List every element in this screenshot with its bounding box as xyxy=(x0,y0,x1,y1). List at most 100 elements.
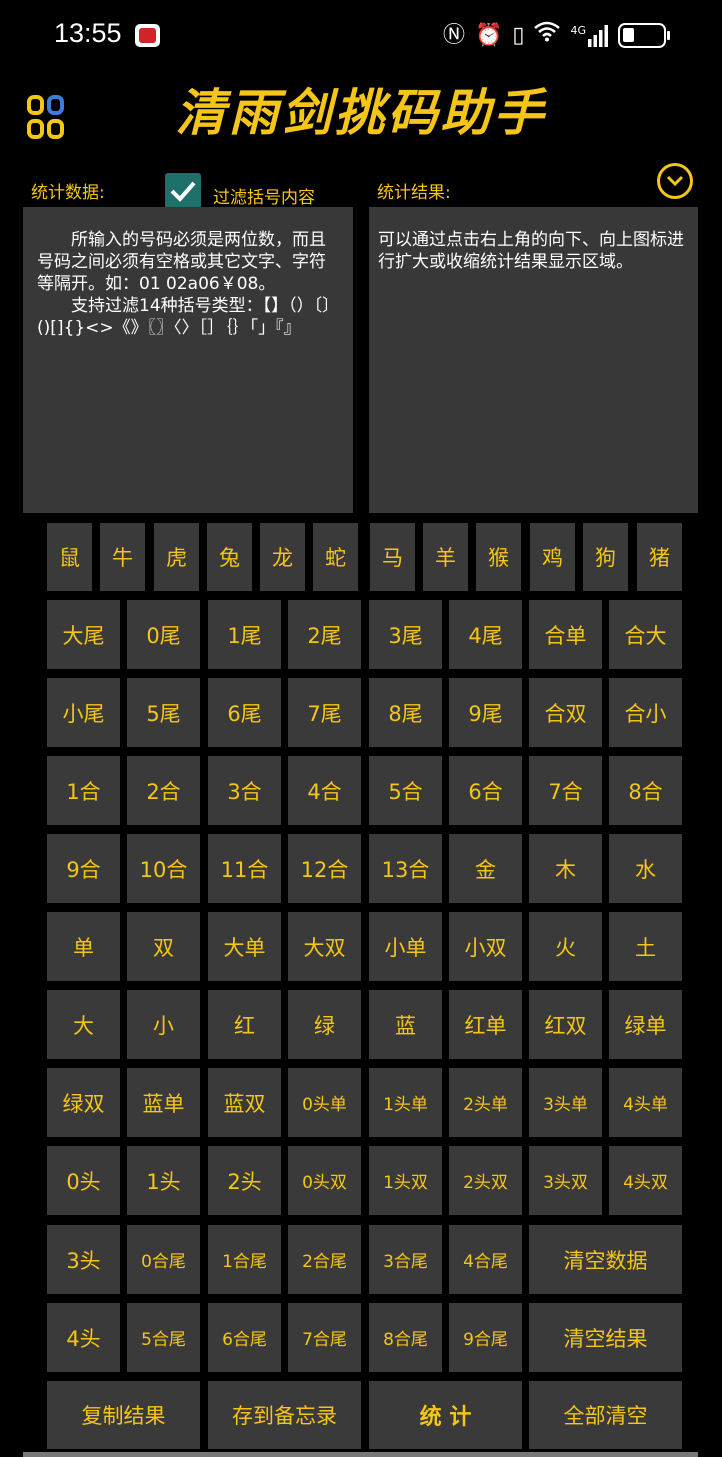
filter-button[interactable]: 2头 xyxy=(208,1146,281,1215)
zodiac-button[interactable]: 虎 xyxy=(154,523,199,591)
filter-button[interactable]: 0尾 xyxy=(127,600,200,669)
filter-button[interactable]: 3合尾 xyxy=(369,1225,442,1294)
filter-button[interactable]: 蓝双 xyxy=(208,1068,281,1137)
filter-button[interactable]: 4合尾 xyxy=(449,1225,522,1294)
filter-button[interactable]: 9合 xyxy=(47,834,120,903)
filter-button[interactable]: 5尾 xyxy=(127,678,200,747)
filter-button[interactable]: 土 xyxy=(609,912,682,981)
zodiac-button[interactable]: 猴 xyxy=(476,523,521,591)
filter-button[interactable]: 0合尾 xyxy=(127,1225,200,1294)
filter-button[interactable]: 合单 xyxy=(529,600,602,669)
filter-button[interactable]: 绿单 xyxy=(609,990,682,1059)
filter-button[interactable]: 8尾 xyxy=(369,678,442,747)
filter-button[interactable]: 4头双 xyxy=(609,1146,682,1215)
filter-button[interactable]: 3头 xyxy=(47,1225,120,1294)
filter-button[interactable]: 4头 xyxy=(47,1303,120,1372)
filter-button[interactable]: 火 xyxy=(529,912,602,981)
zodiac-button[interactable]: 兔 xyxy=(207,523,252,591)
filter-button[interactable]: 0头 xyxy=(47,1146,120,1215)
filter-button[interactable]: 1头双 xyxy=(369,1146,442,1215)
filter-button[interactable]: 水 xyxy=(609,834,682,903)
zodiac-button[interactable]: 蛇 xyxy=(313,523,358,591)
zodiac-button[interactable]: 羊 xyxy=(423,523,468,591)
filter-button[interactable]: 合大 xyxy=(609,600,682,669)
filter-button[interactable]: 1头 xyxy=(127,1146,200,1215)
filter-button[interactable]: 4合 xyxy=(288,756,361,825)
clear-all-button[interactable]: 全部清空 xyxy=(529,1381,682,1449)
filter-button[interactable]: 3尾 xyxy=(369,600,442,669)
filter-button[interactable]: 9合尾 xyxy=(449,1303,522,1372)
clear-data-button[interactable]: 清空数据 xyxy=(529,1225,682,1294)
filter-button[interactable]: 蓝 xyxy=(369,990,442,1059)
filter-button[interactable]: 6合尾 xyxy=(208,1303,281,1372)
statistics-button[interactable]: 统 计 xyxy=(369,1381,522,1449)
filter-button[interactable]: 9尾 xyxy=(449,678,522,747)
clear-result-button[interactable]: 清空结果 xyxy=(529,1303,682,1372)
filter-button[interactable]: 单 xyxy=(47,912,120,981)
filter-button[interactable]: 1合尾 xyxy=(208,1225,281,1294)
zodiac-button[interactable]: 鼠 xyxy=(47,523,92,591)
zodiac-button[interactable]: 鸡 xyxy=(530,523,575,591)
filter-button[interactable]: 7合 xyxy=(529,756,602,825)
filter-button[interactable]: 合小 xyxy=(609,678,682,747)
filter-button[interactable]: 2头单 xyxy=(449,1068,522,1137)
stats-result-area[interactable]: 可以通过点击右上角的向下、向上图标进行扩大或收缩统计结果显示区域。 xyxy=(369,207,698,513)
filter-button[interactable]: 小尾 xyxy=(47,678,120,747)
copy-result-button[interactable]: 复制结果 xyxy=(47,1381,200,1449)
filter-button[interactable]: 绿双 xyxy=(47,1068,120,1137)
zodiac-button[interactable]: 马 xyxy=(370,523,415,591)
filter-button[interactable]: 7尾 xyxy=(288,678,361,747)
filter-button[interactable]: 大单 xyxy=(208,912,281,981)
filter-button[interactable]: 合双 xyxy=(529,678,602,747)
filter-button[interactable]: 4尾 xyxy=(449,600,522,669)
filter-button[interactable]: 10合 xyxy=(127,834,200,903)
zodiac-button[interactable]: 龙 xyxy=(260,523,305,591)
filter-button[interactable]: 7合尾 xyxy=(288,1303,361,1372)
filter-brackets-label[interactable]: 过滤括号内容 xyxy=(213,183,315,208)
zodiac-button[interactable]: 猪 xyxy=(637,523,682,591)
filter-button[interactable]: 3合 xyxy=(208,756,281,825)
filter-button[interactable]: 2头双 xyxy=(449,1146,522,1215)
filter-button[interactable]: 0头双 xyxy=(288,1146,361,1215)
filter-button[interactable]: 小双 xyxy=(449,912,522,981)
filter-button[interactable]: 2合 xyxy=(127,756,200,825)
stats-input-textarea[interactable]: 所输入的号码必须是两位数，而且号码之间必须有空格或其它文字、字符等隔开。如：01… xyxy=(23,207,353,513)
zodiac-button[interactable]: 狗 xyxy=(583,523,628,591)
filter-button[interactable]: 6合 xyxy=(449,756,522,825)
filter-button[interactable]: 4头单 xyxy=(609,1068,682,1137)
filter-button[interactable]: 8合 xyxy=(609,756,682,825)
filter-button[interactable]: 大尾 xyxy=(47,600,120,669)
alarm-icon: ⏰ xyxy=(474,22,503,48)
filter-button[interactable]: 大双 xyxy=(288,912,361,981)
filter-button[interactable]: 小 xyxy=(127,990,200,1059)
filter-button[interactable]: 5合尾 xyxy=(127,1303,200,1372)
filter-button[interactable]: 红双 xyxy=(529,990,602,1059)
filter-button[interactable]: 绿 xyxy=(288,990,361,1059)
filter-button[interactable]: 2尾 xyxy=(288,600,361,669)
filter-button[interactable]: 大 xyxy=(47,990,120,1059)
filter-button[interactable]: 双 xyxy=(127,912,200,981)
save-to-memo-button[interactable]: 存到备忘录 xyxy=(208,1381,361,1449)
filter-button[interactable]: 0头单 xyxy=(288,1068,361,1137)
filter-button[interactable]: 1头单 xyxy=(369,1068,442,1137)
filter-button[interactable]: 红单 xyxy=(449,990,522,1059)
filter-button[interactable]: 1尾 xyxy=(208,600,281,669)
filter-button[interactable]: 小单 xyxy=(369,912,442,981)
filter-button[interactable]: 8合尾 xyxy=(369,1303,442,1372)
filter-button[interactable]: 1合 xyxy=(47,756,120,825)
filter-button[interactable]: 木 xyxy=(529,834,602,903)
filter-button[interactable]: 11合 xyxy=(208,834,281,903)
filter-button[interactable]: 2合尾 xyxy=(288,1225,361,1294)
filter-button[interactable]: 13合 xyxy=(369,834,442,903)
zodiac-button[interactable]: 牛 xyxy=(100,523,145,591)
filter-button[interactable]: 红 xyxy=(208,990,281,1059)
filter-button[interactable]: 3头双 xyxy=(529,1146,602,1215)
filter-button[interactable]: 蓝单 xyxy=(127,1068,200,1137)
filter-button[interactable]: 12合 xyxy=(288,834,361,903)
filter-button[interactable]: 金 xyxy=(449,834,522,903)
filter-button[interactable]: 6尾 xyxy=(208,678,281,747)
filter-button[interactable]: 5合 xyxy=(369,756,442,825)
expand-result-button[interactable] xyxy=(657,163,693,199)
filter-button[interactable]: 3头单 xyxy=(529,1068,602,1137)
filter-brackets-checkbox[interactable] xyxy=(165,173,201,209)
